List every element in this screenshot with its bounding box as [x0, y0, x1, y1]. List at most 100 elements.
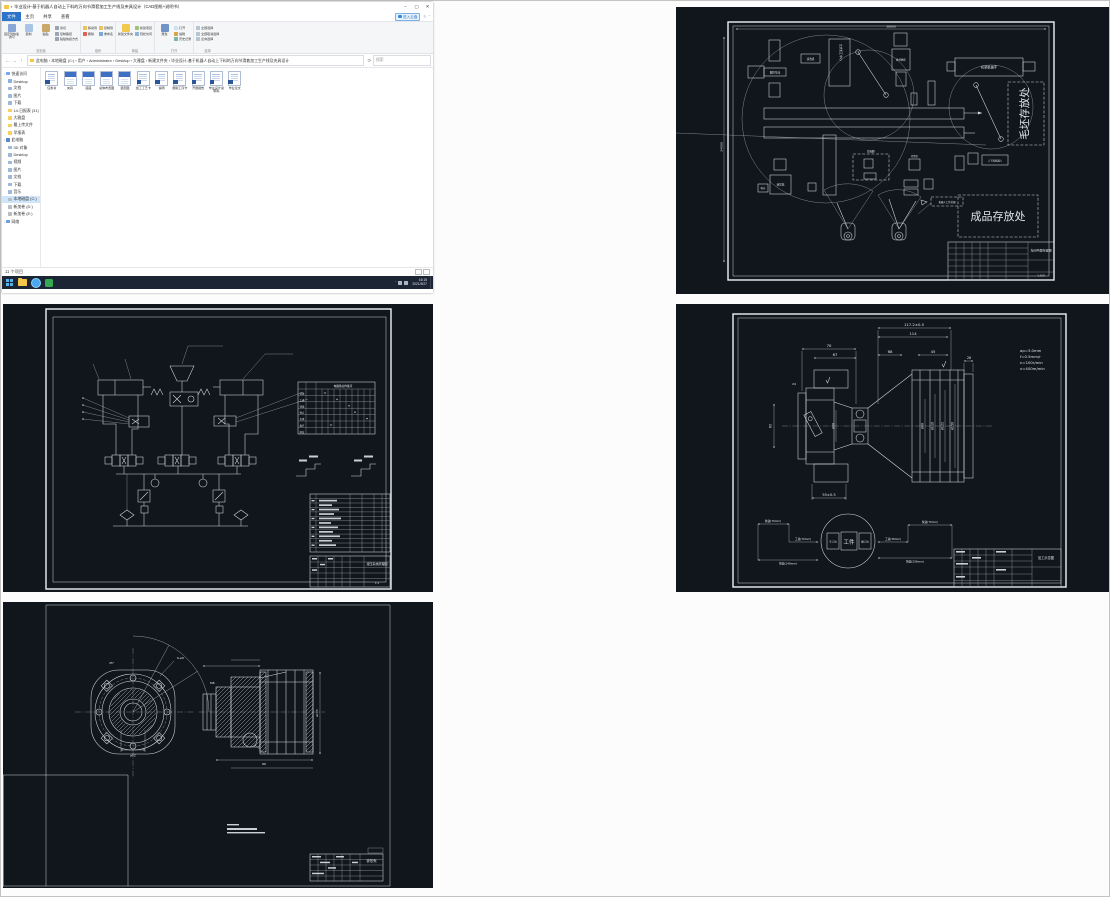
sidebar-item-documents[interactable]: 文档 [2, 85, 40, 92]
tab-share[interactable]: 共享 [39, 14, 57, 20]
flange-part-svg: 6-ø9 45° ø52 ø115 86 M8 钟形壳 [3, 602, 433, 888]
sidebar-item-folder[interactable]: 大雅盘 [2, 114, 40, 121]
breadcrumb[interactable]: 此电脑 › 本地磁盘 (C:) › 用户 › Administrator › D… [27, 55, 364, 66]
sidebar-item-downloads[interactable]: 下载 [2, 100, 40, 107]
sidebar-item-3d-objects[interactable]: 3D 对象 [2, 144, 40, 151]
title-bar: ▾ 毕业设计-基于机器人自动上下料的万向节滑套加工生产线及夹具设计（CAD图纸+… [2, 2, 433, 12]
tab-file[interactable]: 文件 [2, 12, 21, 21]
sidebar-item-pictures[interactable]: 图片 [2, 92, 40, 99]
dia-50: ø50 [832, 423, 836, 429]
help-icon[interactable]: ? [423, 14, 425, 19]
details-view-icon[interactable] [414, 269, 422, 275]
up-button[interactable]: ↑ [18, 58, 25, 63]
sidebar-item-new-volume-e[interactable]: 新加卷 (E:) [2, 210, 40, 217]
start-button[interactable] [2, 276, 16, 289]
history-button[interactable]: 历史记录 [173, 37, 192, 43]
dim-115: ø115 [315, 709, 319, 717]
dim-114: 114 [909, 331, 917, 336]
ribbon-tabs: 文件 主页 共享 查看 进入云盘 ? ˆ [2, 12, 433, 22]
maximize-button[interactable]: ▢ [411, 2, 422, 12]
robot-range-label: 机器人工作范围 [939, 200, 956, 204]
sidebar-item-folder[interactable]: 早报表 [2, 129, 40, 136]
sidebar-item-this-pc[interactable]: ˅ 此电脑 [2, 137, 40, 144]
file-item[interactable]: 说明 [153, 71, 171, 94]
tray-chevron-icon[interactable]: ˆ [395, 281, 396, 285]
dim-70: 70 [827, 343, 832, 348]
windows-logo-icon [5, 279, 9, 282]
dim-86: 86 [262, 762, 266, 766]
paste-shortcut-button[interactable]: 粘贴快捷方式 [54, 37, 79, 43]
sidebar-item-quick-access[interactable]: ˅ 快速访问 [2, 70, 40, 77]
finished-storage-label: 成品存放处 [971, 209, 1026, 223]
dim-24: 24 [792, 382, 796, 386]
forward-button[interactable]: → [11, 58, 18, 63]
sidebar-item-music[interactable]: 音乐 [2, 188, 40, 195]
tab-home[interactable]: 主页 [21, 14, 39, 20]
volume-icon[interactable] [398, 280, 403, 285]
sidebar-item-local-disk-c[interactable]: 本地磁盘 (C:) [2, 195, 40, 204]
file-item[interactable]: 磨削工序卡 [171, 71, 189, 94]
taskbar-clock[interactable]: 16:15 2021/5/27 [412, 278, 427, 287]
delete-button[interactable]: 删除 [82, 31, 98, 37]
doc-file-icon [136, 71, 150, 86]
easy-access-button[interactable]: 轻松访问 [134, 31, 153, 37]
cloud-badge-button[interactable]: 进入云盘 [395, 12, 421, 21]
sidebar-item-new-volume-d[interactable]: 新加卷 (D:) [2, 203, 40, 210]
quick-access-toolbar-icon[interactable]: ▾ [11, 5, 13, 9]
drive-icon [8, 204, 12, 209]
dwg-file-icon [63, 71, 77, 86]
file-item[interactable]: 装配图 [116, 71, 134, 94]
paste-button[interactable]: 粘贴 [37, 23, 54, 36]
file-item[interactable]: 毕业论文 [226, 71, 244, 94]
pictures-icon [8, 94, 12, 98]
file-item[interactable]: 夹具 [61, 71, 79, 94]
pin-to-quick-access-button[interactable]: 固定到快速访问 [3, 23, 20, 39]
refresh-icon[interactable]: ⟳ [366, 58, 373, 64]
doc-file-icon [155, 71, 169, 86]
navigation-pane: ˅ 快速访问 Desktop 文档 图片 下载 14-日报表 (31) 大雅盘 最… [2, 68, 41, 267]
sidebar-item-downloads[interactable]: 下载 [2, 181, 40, 188]
file-item[interactable]: 毕业设计说明书 [208, 71, 226, 94]
show-desktop-button[interactable] [430, 276, 433, 289]
sidebar-item-pictures[interactable]: 图片 [2, 166, 40, 173]
sidebar-item-videos[interactable]: 视频 [2, 159, 40, 166]
dim-45: 45 [931, 349, 936, 354]
properties-button[interactable]: 属性 [156, 23, 173, 36]
file-item[interactable]: 加工工艺卡 [134, 71, 152, 94]
sidebar-item-desktop[interactable]: Desktop [2, 151, 40, 158]
tab-view[interactable]: 查看 [56, 14, 74, 20]
sidebar-item-folder[interactable]: 最上传文件 [2, 122, 40, 129]
item-count: 11 个项目 [5, 269, 24, 274]
sidebar-item-network[interactable]: › 网络 [2, 218, 40, 225]
new-folder-button[interactable]: 新建文件夹 [117, 23, 134, 36]
dim-28: 28 [967, 356, 971, 360]
green-app-icon [44, 278, 53, 287]
dia-121: ø121 [941, 422, 945, 430]
collapse-ribbon-icon[interactable]: ˆ [429, 14, 430, 19]
thumbnail-view-icon[interactable] [423, 269, 430, 275]
sidebar-item-folder[interactable]: 14-日报表 (31) [2, 107, 40, 114]
folder-icon [8, 108, 12, 113]
file-item[interactable]: 总体布置图 [98, 71, 116, 94]
minimize-button[interactable]: – [400, 2, 411, 12]
cutting-note: v=400m/min [1020, 366, 1045, 371]
taskbar-explorer-button[interactable] [16, 276, 29, 289]
copy-button[interactable]: 复制 [20, 23, 37, 36]
seq-row: 松开 [300, 424, 305, 428]
sidebar-item-desktop[interactable]: Desktop [2, 77, 40, 84]
workshop-layout-drawing: 36000 24000 数控车床 清洗机 立式加工中心 数控磨床 桁架机械手 控… [676, 7, 1109, 294]
close-button[interactable]: ✕ [422, 2, 433, 12]
network-tray-icon[interactable] [404, 280, 409, 285]
back-button[interactable]: ← [4, 58, 11, 63]
cutting-note: f=0.5mm/r [1020, 354, 1041, 359]
file-item[interactable]: 底座 [80, 71, 98, 94]
file-item[interactable]: 任务书 [43, 71, 61, 94]
machine-label: 清洗机 [807, 57, 815, 61]
sidebar-item-documents[interactable]: 文档 [2, 173, 40, 180]
taskbar-browser-button[interactable] [29, 276, 42, 289]
file-item[interactable]: 开题报告 [189, 71, 207, 94]
invert-selection-button[interactable]: 反向选择 [195, 37, 220, 43]
taskbar-app-button[interactable] [42, 276, 55, 289]
rename-button[interactable]: 重命名 [98, 31, 114, 37]
search-input[interactable]: 搜索 [373, 55, 431, 66]
